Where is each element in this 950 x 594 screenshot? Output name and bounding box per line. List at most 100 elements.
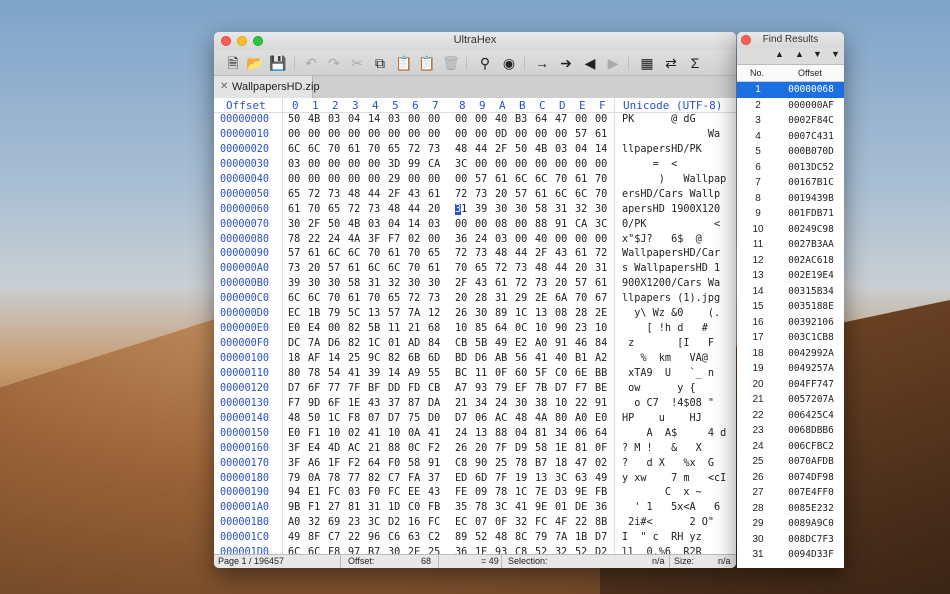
hex-byte[interactable]: 31 [495, 292, 507, 307]
hex-byte[interactable]: AD [408, 337, 420, 352]
hex-byte[interactable]: 00 [308, 173, 320, 188]
hex-byte[interactable]: 03 [428, 218, 440, 233]
hex-row[interactable]: 00000130 F7 9D 6F 1E 43 37 87 DA 21 34 24 30 38 10 22 91… [214, 397, 736, 412]
hex-byte[interactable]: 1B [575, 531, 587, 546]
hex-byte[interactable]: E2 [515, 337, 527, 352]
hex-byte[interactable]: 4B [308, 113, 320, 128]
hex-byte[interactable]: F1 [308, 427, 320, 442]
hex-byte[interactable]: 03 [348, 486, 360, 501]
hex-byte[interactable]: 64 [368, 457, 380, 472]
hex-byte[interactable]: 00 [408, 113, 420, 128]
hex-byte[interactable]: AF [308, 352, 320, 367]
hex-byte[interactable]: 00 [555, 158, 567, 173]
hex-byte[interactable]: 6C [535, 173, 547, 188]
hex-byte[interactable]: 00 [455, 218, 467, 233]
hex-byte[interactable]: 13 [475, 427, 487, 442]
hex-byte[interactable]: BC [455, 367, 467, 382]
hex-byte[interactable]: 1C [328, 412, 340, 427]
hex-byte[interactable]: 30 [495, 203, 507, 218]
hex-byte[interactable]: 8B [595, 516, 607, 531]
hex-byte[interactable]: 24 [328, 233, 340, 248]
hex-byte[interactable]: 00 [328, 322, 340, 337]
hex-row[interactable]: 00000050 65 72 73 48 44 2F 43 61 72 73 20 57 61 6C 6C 70… [214, 188, 736, 203]
previous-result-icon[interactable]: ▲ [795, 49, 804, 59]
hex-byte[interactable]: 21 [408, 322, 420, 337]
hex-byte[interactable]: 4B [348, 218, 360, 233]
hex-byte[interactable]: 7F [495, 442, 507, 457]
hex-byte[interactable]: 78 [308, 367, 320, 382]
hex-byte[interactable]: 78 [288, 233, 300, 248]
hex-byte[interactable]: 48 [535, 262, 547, 277]
hex-byte[interactable]: 81 [575, 442, 587, 457]
hex-byte[interactable]: 70 [575, 292, 587, 307]
unicode-text[interactable]: PK @ dG [622, 113, 728, 128]
hex-byte[interactable]: F1 [308, 501, 320, 516]
find-result-row[interactable]: 5 000B070D [737, 144, 844, 160]
unicode-text[interactable]: % km VA@ [622, 352, 728, 367]
hex-byte[interactable]: 6C [308, 292, 320, 307]
unicode-text[interactable]: [ !h d # [622, 322, 728, 337]
hex-byte[interactable]: 10 [388, 427, 400, 442]
hex-byte[interactable]: 50 [308, 412, 320, 427]
hex-byte[interactable]: 58 [408, 457, 420, 472]
find-result-row[interactable]: 10 00249C98 [737, 222, 844, 238]
hex-byte[interactable]: 89 [455, 531, 467, 546]
hex-byte[interactable]: D0 [428, 412, 440, 427]
hex-byte[interactable]: 20 [555, 277, 567, 292]
hex-byte[interactable]: 4F [555, 516, 567, 531]
hex-byte[interactable]: F0 [368, 486, 380, 501]
hex-byte[interactable]: 6C [328, 247, 340, 262]
hex-byte[interactable]: 70 [408, 247, 420, 262]
find-result-row[interactable]: 21 0057207A [737, 392, 844, 408]
hex-byte[interactable]: 68 [428, 322, 440, 337]
hex-byte[interactable]: 20 [475, 442, 487, 457]
hex-byte[interactable]: 44 [368, 188, 380, 203]
hex-byte[interactable]: 89 [495, 307, 507, 322]
find-result-row[interactable]: 3 0002F84C [737, 113, 844, 129]
hex-byte[interactable]: 00 [475, 128, 487, 143]
hex-byte[interactable]: 82 [368, 472, 380, 487]
hex-byte[interactable]: 10 [328, 427, 340, 442]
unicode-text[interactable]: llpapers (1).jpg [622, 292, 728, 307]
hex-byte[interactable]: D7 [455, 412, 467, 427]
hex-byte[interactable]: 6C [288, 292, 300, 307]
hex-byte[interactable]: 24 [455, 427, 467, 442]
hex-byte[interactable]: 30 [515, 397, 527, 412]
hex-byte[interactable]: 64 [595, 427, 607, 442]
hex-byte[interactable]: 34 [555, 427, 567, 442]
hex-byte[interactable]: 61 [535, 188, 547, 203]
new-document-icon[interactable]: 🗎 [224, 54, 242, 72]
hex-byte[interactable]: 09 [475, 486, 487, 501]
hex-byte[interactable]: 65 [428, 247, 440, 262]
hex-byte[interactable]: DE [575, 501, 587, 516]
hex-byte[interactable]: 2F [388, 188, 400, 203]
hex-byte[interactable]: FC [428, 516, 440, 531]
hex-byte[interactable]: 64 [495, 322, 507, 337]
hex-byte[interactable]: 30 [308, 277, 320, 292]
hex-byte[interactable]: 31 [455, 203, 467, 218]
hex-byte[interactable]: 03 [495, 233, 507, 248]
hex-byte[interactable]: 78 [475, 501, 487, 516]
hex-byte[interactable]: 72 [408, 292, 420, 307]
hex-byte[interactable]: BF [368, 382, 380, 397]
hex-byte[interactable]: 63 [575, 472, 587, 487]
hex-byte[interactable]: 00 [348, 173, 360, 188]
hex-byte[interactable]: 72 [408, 143, 420, 158]
hex-byte[interactable]: 30 [515, 203, 527, 218]
hex-byte[interactable]: 69 [328, 516, 340, 531]
hex-byte[interactable]: 58 [348, 277, 360, 292]
hex-byte[interactable]: BB [595, 367, 607, 382]
hex-byte[interactable]: 3C [495, 501, 507, 516]
hex-byte[interactable]: 82 [388, 352, 400, 367]
hex-byte[interactable]: 30 [328, 277, 340, 292]
hex-byte[interactable]: 03 [368, 218, 380, 233]
hex-byte[interactable]: 0A [308, 472, 320, 487]
hex-byte[interactable]: 48 [495, 531, 507, 546]
hex-byte[interactable]: 7B [535, 382, 547, 397]
hex-byte[interactable]: 79 [535, 531, 547, 546]
hex-byte[interactable]: 43 [475, 277, 487, 292]
hex-byte[interactable]: 07 [368, 412, 380, 427]
hex-byte[interactable]: 26 [455, 442, 467, 457]
hex-byte[interactable]: 79 [495, 382, 507, 397]
hex-byte[interactable]: 88 [495, 427, 507, 442]
